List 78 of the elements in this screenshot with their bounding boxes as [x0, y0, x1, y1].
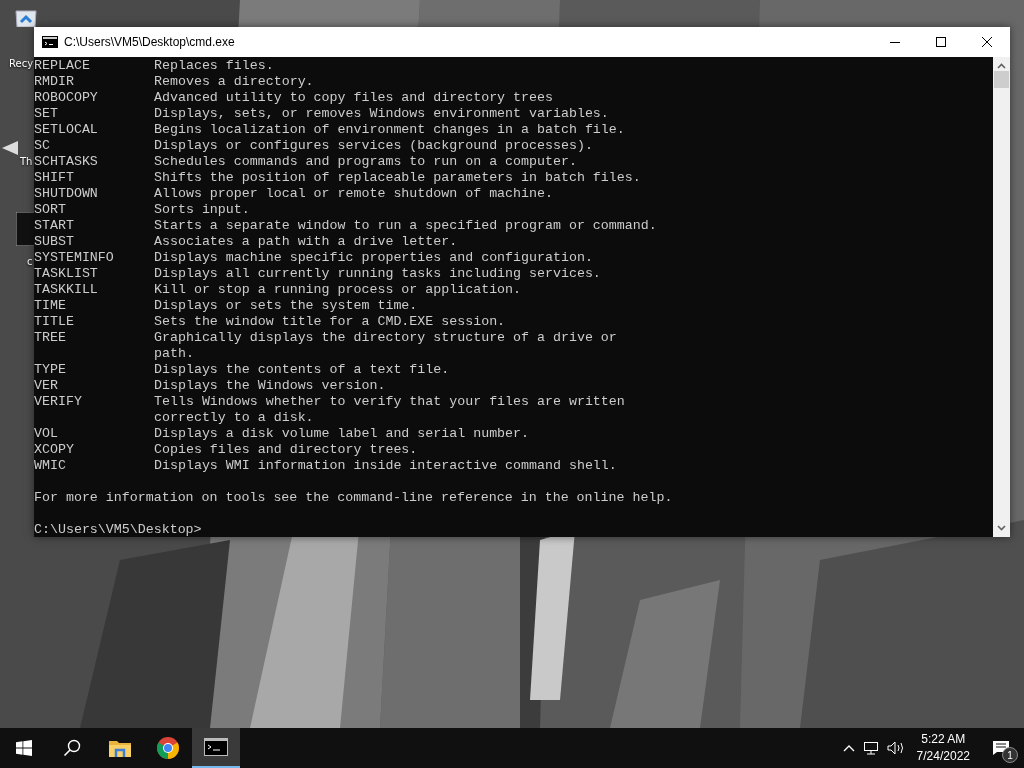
command-description: Displays a disk volume label and serial number.: [154, 426, 530, 442]
chevron-up-icon[interactable]: [842, 744, 855, 752]
command-description: path.: [154, 346, 194, 362]
command-name: WMIC: [34, 458, 67, 474]
search-icon: [63, 739, 81, 757]
command-name: SCHTASKS: [34, 154, 99, 170]
command-description: Begins localization of environment changes in a batch file.: [154, 122, 625, 138]
command-name: TASKKILL: [34, 282, 99, 298]
command-name: SYSTEMINFO: [34, 250, 115, 266]
browser-icon: [157, 737, 179, 759]
command-name: TITLE: [34, 314, 75, 330]
command-description: Sets the window title for a CMD.EXE session.: [154, 314, 506, 330]
command-name: REPLACE: [34, 58, 91, 74]
command-name: START: [34, 218, 75, 234]
command-name: SHIFT: [34, 170, 75, 186]
window-title: C:\Users\VM5\Desktop\cmd.exe: [64, 35, 236, 49]
command-name: XCOPY: [34, 442, 75, 458]
command-name: SHUTDOWN: [34, 186, 99, 202]
command-description: Removes a directory.: [154, 74, 314, 90]
command-description: correctly to a disk.: [154, 410, 314, 426]
notifications-button[interactable]: 1: [978, 728, 1024, 768]
console-button[interactable]: [192, 728, 240, 768]
command-name: ROBOCOPY: [34, 90, 99, 106]
command-name: SORT: [34, 202, 67, 218]
command-name: VERIFY: [34, 394, 83, 410]
command-name: VER: [34, 378, 59, 394]
command-description: Displays the Windows version.: [154, 378, 386, 394]
desktop-icon-label: c: [27, 256, 33, 267]
command-description: Displays or sets the system time.: [154, 298, 418, 314]
command-name: TIME: [34, 298, 67, 314]
desktop-icon-label: Th: [20, 156, 33, 167]
command-description: Tells Windows whether to verify that your files are written: [154, 394, 625, 410]
command-name: SET: [34, 106, 59, 122]
command-name: VOL: [34, 426, 59, 442]
command-name: TASKLIST: [34, 266, 99, 282]
command-description: Shifts the position of replaceable parameters in batch files.: [154, 170, 641, 186]
command-name: SC: [34, 138, 51, 154]
console-text: For more information on tools see the command-line reference in the online help.: [34, 490, 673, 506]
command-description: Advanced utility to copy files and directory trees: [154, 90, 553, 106]
close-icon: [982, 37, 992, 47]
command-name: RMDIR: [34, 74, 75, 90]
network-icon[interactable]: [862, 741, 879, 755]
command-description: Schedules commands and programs to run on a computer.: [154, 154, 577, 170]
command-description: Displays the contents of a text file.: [154, 362, 450, 378]
scroll-up-icon[interactable]: [997, 63, 1006, 69]
command-description: Displays, sets, or removes Windows environment variables.: [154, 106, 609, 122]
recycle-bin-icon[interactable]: [14, 8, 38, 27]
console-icon[interactable]: [16, 212, 36, 246]
maximize-icon: [936, 37, 946, 47]
scrollbar-thumb[interactable]: [994, 71, 1009, 88]
command-description: Sorts input.: [154, 202, 250, 218]
clock[interactable]: 5:22 AM 7/24/2022: [908, 728, 978, 768]
command-name: TYPE: [34, 362, 67, 378]
command-description: Starts a separate window to run a specified program or command.: [154, 218, 657, 234]
command-description: Displays all currently running tasks including services.: [154, 266, 601, 282]
command-prompt: C:\Users\VM5\Desktop>: [34, 522, 202, 537]
folder-icon: [109, 739, 131, 757]
command-description: Displays machine specific properties and configuration.: [154, 250, 593, 266]
console-icon: [204, 738, 228, 756]
command-description: Replaces files.: [154, 58, 274, 74]
start-icon: [16, 740, 32, 756]
command-description: Kill or stop a running process or application.: [154, 282, 522, 298]
console-icon: [42, 36, 58, 48]
command-name: TREE: [34, 330, 67, 346]
command-description: Allows proper local or remote shutdown of machine.: [154, 186, 553, 202]
command-description: Associates a path with a drive letter.: [154, 234, 458, 250]
command-name: SETLOCAL: [34, 122, 99, 138]
scrollbar[interactable]: [993, 57, 1010, 537]
volume-icon[interactable]: [886, 741, 905, 755]
desktop-icon-label: Recy: [9, 58, 34, 69]
notification-count: 1: [1002, 747, 1018, 763]
command-description: Copies files and directory trees.: [154, 442, 418, 458]
command-description: Graphically displays the directory structure of a drive or: [154, 330, 617, 346]
command-description: Displays or configures services (background processes).: [154, 138, 593, 154]
minimize-icon: [890, 41, 900, 43]
command-description: Displays WMI information inside interactive command shell.: [154, 458, 617, 474]
scroll-down-icon[interactable]: [997, 525, 1006, 531]
command-name: SUBST: [34, 234, 75, 250]
